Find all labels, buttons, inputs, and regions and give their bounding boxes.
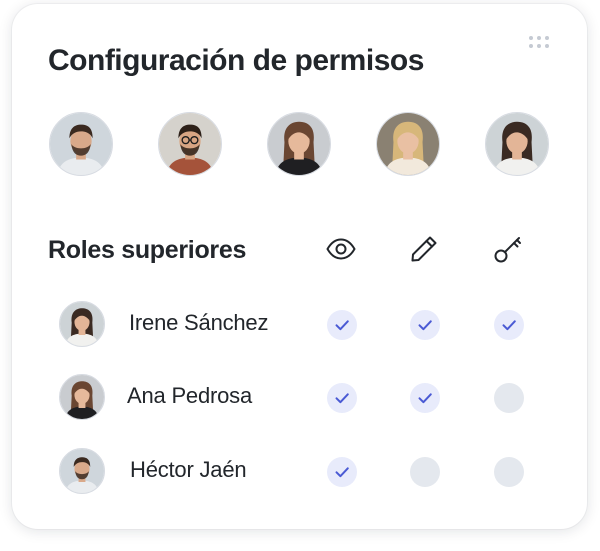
user-avatar bbox=[59, 374, 105, 420]
permission-toggle-admin[interactable] bbox=[494, 310, 524, 340]
team-avatar[interactable] bbox=[49, 112, 113, 176]
check-icon bbox=[502, 320, 516, 331]
more-dots-icon bbox=[545, 44, 549, 48]
more-dots-icon bbox=[529, 36, 533, 40]
user-row: Ana Pedrosa bbox=[12, 367, 587, 427]
more-dots-icon bbox=[529, 44, 533, 48]
permissions-card: Configuración de permisos Roles superior… bbox=[12, 4, 587, 529]
permission-toggle-view[interactable] bbox=[327, 457, 357, 487]
card-title: Configuración de permisos bbox=[48, 44, 424, 77]
permission-toggle-edit[interactable] bbox=[410, 310, 440, 340]
roles-section-title: Roles superiores bbox=[48, 236, 247, 264]
team-avatar[interactable] bbox=[376, 112, 440, 176]
team-avatar[interactable] bbox=[158, 112, 222, 176]
user-name: Irene Sánchez bbox=[129, 310, 269, 335]
permission-toggle-view[interactable] bbox=[327, 383, 357, 413]
permission-toggle-edit[interactable] bbox=[410, 383, 440, 413]
user-row: Héctor Jaén bbox=[12, 441, 587, 501]
check-icon bbox=[335, 393, 349, 404]
user-name: Héctor Jaén bbox=[130, 457, 247, 482]
user-row: Irene Sánchez bbox=[12, 294, 587, 354]
more-dots-icon bbox=[545, 36, 549, 40]
key-icon bbox=[492, 233, 524, 265]
eye-icon bbox=[325, 233, 357, 265]
pencil-icon bbox=[408, 233, 440, 265]
user-name: Ana Pedrosa bbox=[127, 383, 252, 408]
check-icon bbox=[418, 320, 432, 331]
more-dots-icon bbox=[537, 44, 541, 48]
user-avatar bbox=[59, 448, 105, 494]
permission-toggle-view[interactable] bbox=[327, 310, 357, 340]
user-avatar bbox=[59, 301, 105, 347]
check-icon bbox=[418, 393, 432, 404]
permission-toggle-admin[interactable] bbox=[494, 457, 524, 487]
team-avatar[interactable] bbox=[485, 112, 549, 176]
more-dots-icon bbox=[537, 36, 541, 40]
check-icon bbox=[335, 320, 349, 331]
check-icon bbox=[335, 467, 349, 478]
permission-toggle-edit[interactable] bbox=[410, 457, 440, 487]
permission-toggle-admin[interactable] bbox=[494, 383, 524, 413]
team-avatar[interactable] bbox=[267, 112, 331, 176]
more-options-button[interactable] bbox=[529, 36, 553, 52]
